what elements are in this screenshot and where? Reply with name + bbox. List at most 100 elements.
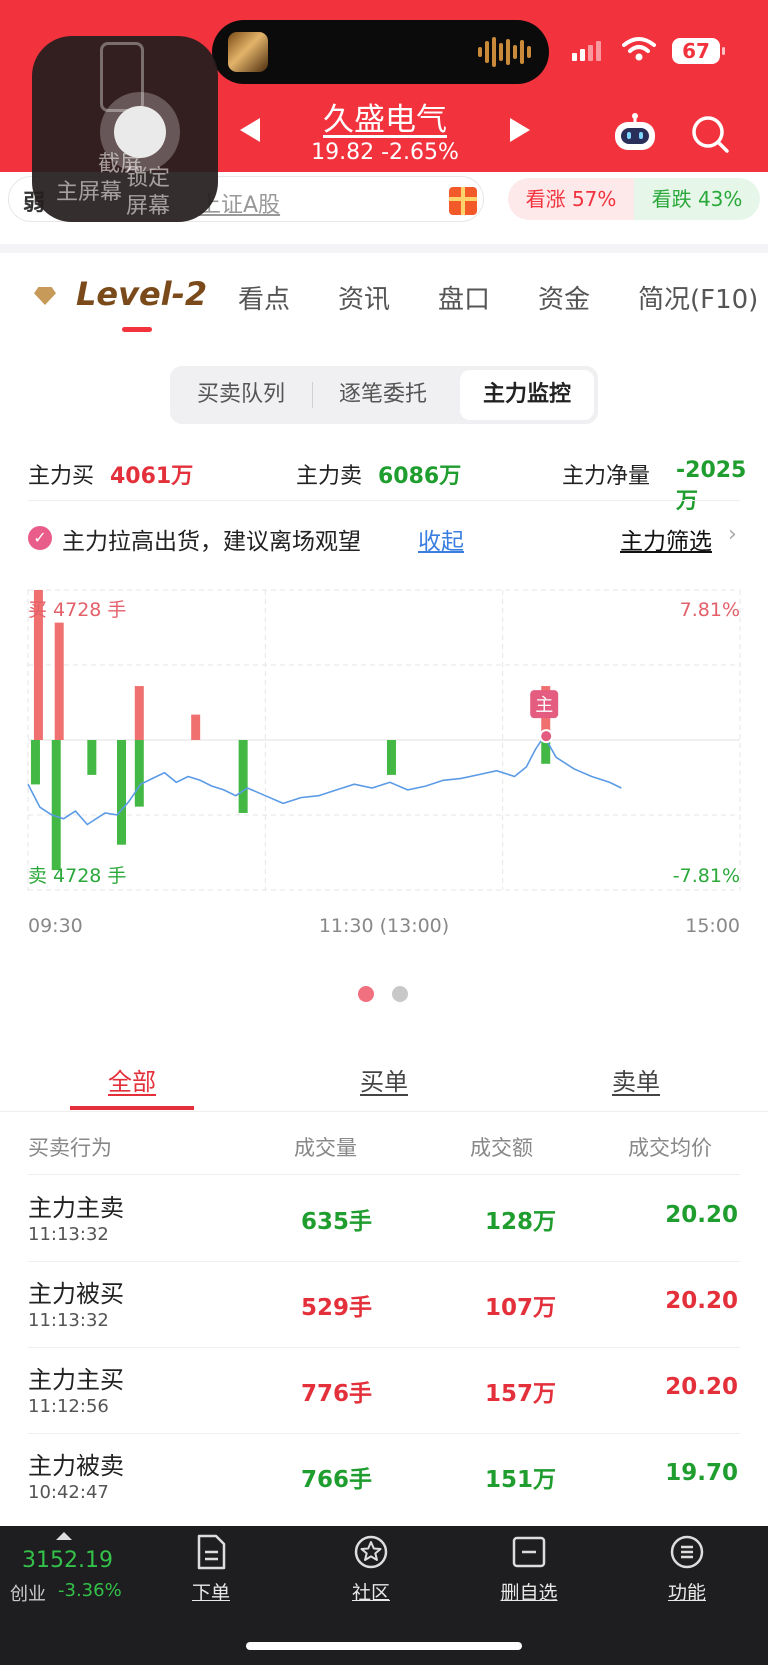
buy-volume-max-label: 买 4728 手 bbox=[28, 599, 126, 621]
row-amount: 107万 bbox=[484, 1295, 556, 1321]
tab-news[interactable]: 资讯 bbox=[338, 279, 390, 316]
functions-label: 功能 bbox=[667, 1582, 706, 1604]
expand-up-icon[interactable] bbox=[56, 1532, 72, 1540]
main-buy-value: 4061万 bbox=[110, 464, 194, 489]
place-order-label: 下单 bbox=[191, 1582, 230, 1604]
home-screen-label: 主屏幕 bbox=[56, 180, 123, 205]
lock-screen-label: 屏幕 bbox=[126, 194, 171, 219]
tab-highlights[interactable]: 看点 bbox=[238, 279, 290, 316]
stock-price: 19.82 -2.65% bbox=[311, 140, 459, 165]
row-action: 主力被买 bbox=[28, 1280, 124, 1308]
main-net-value: -2025万 bbox=[676, 458, 747, 514]
active-tab-indicator bbox=[122, 327, 152, 332]
remove-watchlist-label: 删自选 bbox=[500, 1582, 558, 1604]
dynamic-island bbox=[212, 20, 549, 84]
main-force-marker-dot bbox=[539, 729, 554, 744]
cellular-signal-icon bbox=[572, 41, 601, 61]
order-tab-indicator bbox=[70, 1106, 194, 1110]
main-net-label: 主力净量 bbox=[562, 464, 651, 489]
table-row[interactable]: 主力主卖 11:13:32 635手 128万 20.20 bbox=[0, 1176, 768, 1262]
row-avg-price: 19.70 bbox=[665, 1460, 738, 1486]
row-time: 10:42:47 bbox=[28, 1482, 109, 1503]
main-force-summary: 主力买 4061万 主力卖 6086万 主力净量 -2025万 bbox=[0, 454, 768, 514]
row-amount: 128万 bbox=[484, 1209, 556, 1235]
sell-bar bbox=[51, 740, 61, 871]
page-dot[interactable] bbox=[392, 986, 408, 1002]
community-label: 社区 bbox=[351, 1582, 390, 1604]
sell-volume-max-label: 卖 4728 手 bbox=[28, 865, 126, 887]
main-force-filter-link[interactable]: 主力筛选 bbox=[620, 522, 712, 556]
vote-rise-button[interactable]: 看涨 57% bbox=[508, 178, 634, 220]
segment-tick-orders[interactable]: 逐笔委托 bbox=[313, 366, 453, 424]
buy-bar bbox=[134, 686, 144, 740]
segment-main-force-monitor[interactable]: 主力监控 bbox=[460, 370, 594, 420]
search-icon[interactable] bbox=[690, 114, 730, 154]
functions-button[interactable]: 功能 bbox=[642, 1534, 732, 1605]
col-avg-price: 成交均价 bbox=[628, 1136, 712, 1160]
remove-watchlist-button[interactable]: 删自选 bbox=[484, 1534, 574, 1605]
gift-icon[interactable] bbox=[449, 187, 477, 215]
wifi-icon bbox=[622, 37, 656, 61]
sell-bar bbox=[87, 740, 97, 775]
row-action: 主力主买 bbox=[28, 1366, 124, 1394]
sell-bar bbox=[30, 740, 40, 785]
row-action: 主力被卖 bbox=[28, 1452, 124, 1480]
sell-bar bbox=[386, 740, 396, 775]
assistive-knob[interactable] bbox=[114, 106, 166, 158]
main-force-chart[interactable]: 主 买 4728 手 7.81% 卖 4728 手 -7.81% 09:30 11:30 … bbox=[0, 580, 768, 980]
x-tick-end: 15:00 bbox=[685, 915, 740, 937]
menu-icon bbox=[670, 1535, 704, 1569]
divider bbox=[28, 1174, 740, 1175]
buy-bar bbox=[191, 714, 201, 740]
price-line bbox=[27, 734, 622, 826]
place-order-button[interactable]: 下单 bbox=[166, 1534, 256, 1605]
tab-buy-orders[interactable]: 买单 bbox=[360, 1062, 408, 1097]
row-time: 11:13:32 bbox=[28, 1224, 109, 1245]
assistive-touch-overlay[interactable]: 截屏 主屏幕 锁定 屏幕 bbox=[32, 36, 218, 222]
robot-icon[interactable] bbox=[612, 112, 658, 152]
stock-name[interactable]: 久盛电气 bbox=[280, 94, 490, 139]
row-action: 主力主卖 bbox=[28, 1194, 124, 1222]
alert-message: 主力拉高出货，建议离场观望 bbox=[62, 529, 361, 555]
tab-all-orders[interactable]: 全部 bbox=[108, 1062, 156, 1097]
buy-bar bbox=[54, 622, 64, 740]
community-button[interactable]: 社区 bbox=[326, 1534, 416, 1605]
chart-price-line: 主 bbox=[27, 690, 622, 826]
table-row[interactable]: 主力主买 11:12:56 776手 157万 20.20 bbox=[0, 1348, 768, 1434]
col-amount: 成交额 bbox=[470, 1136, 533, 1160]
section-divider bbox=[0, 244, 768, 253]
col-volume: 成交量 bbox=[294, 1136, 357, 1160]
table-row[interactable]: 主力被买 11:13:32 529手 107万 20.20 bbox=[0, 1262, 768, 1348]
audio-waveform-icon bbox=[478, 37, 531, 67]
main-sell-value: 6086万 bbox=[378, 464, 462, 489]
tab-funds[interactable]: 资金 bbox=[538, 279, 590, 316]
row-volume: 776手 bbox=[300, 1381, 372, 1407]
index-name: 创业 bbox=[10, 1584, 46, 1605]
row-time: 11:13:32 bbox=[28, 1310, 109, 1331]
row-volume: 529手 bbox=[300, 1295, 372, 1321]
home-indicator[interactable] bbox=[246, 1642, 522, 1650]
tab-order-book[interactable]: 盘口 bbox=[438, 279, 490, 316]
tab-level2-label: Level-2 bbox=[76, 275, 208, 313]
chart-bars bbox=[30, 590, 551, 871]
row-volume: 766手 bbox=[300, 1467, 372, 1493]
order-form-icon bbox=[197, 1534, 226, 1570]
remove-watchlist-icon bbox=[512, 1536, 546, 1568]
vote-fall-button[interactable]: 看跌 43% bbox=[634, 178, 760, 220]
index-change: -3.36% bbox=[58, 1580, 122, 1601]
main-buy-label: 主力买 bbox=[28, 464, 95, 489]
collapse-link[interactable]: 收起 bbox=[418, 522, 464, 556]
now-playing-artwork[interactable] bbox=[228, 32, 268, 72]
tab-sell-orders[interactable]: 卖单 bbox=[612, 1062, 660, 1097]
index-value[interactable]: 3152.19 bbox=[22, 1548, 113, 1573]
table-row[interactable]: 主力被卖 10:42:47 766手 151万 19.70 bbox=[0, 1434, 768, 1520]
page-indicator bbox=[358, 986, 414, 1004]
page-dot-active[interactable] bbox=[358, 986, 374, 1002]
segment-bid-ask-queue[interactable]: 买卖队列 bbox=[170, 366, 312, 424]
next-stock-icon[interactable] bbox=[510, 118, 530, 142]
row-avg-price: 20.20 bbox=[665, 1288, 738, 1314]
x-tick-start: 09:30 bbox=[28, 915, 83, 937]
tab-profile-f10[interactable]: 简况(F10) bbox=[638, 279, 758, 316]
prev-stock-icon[interactable] bbox=[240, 118, 260, 142]
sell-bar bbox=[134, 740, 144, 807]
